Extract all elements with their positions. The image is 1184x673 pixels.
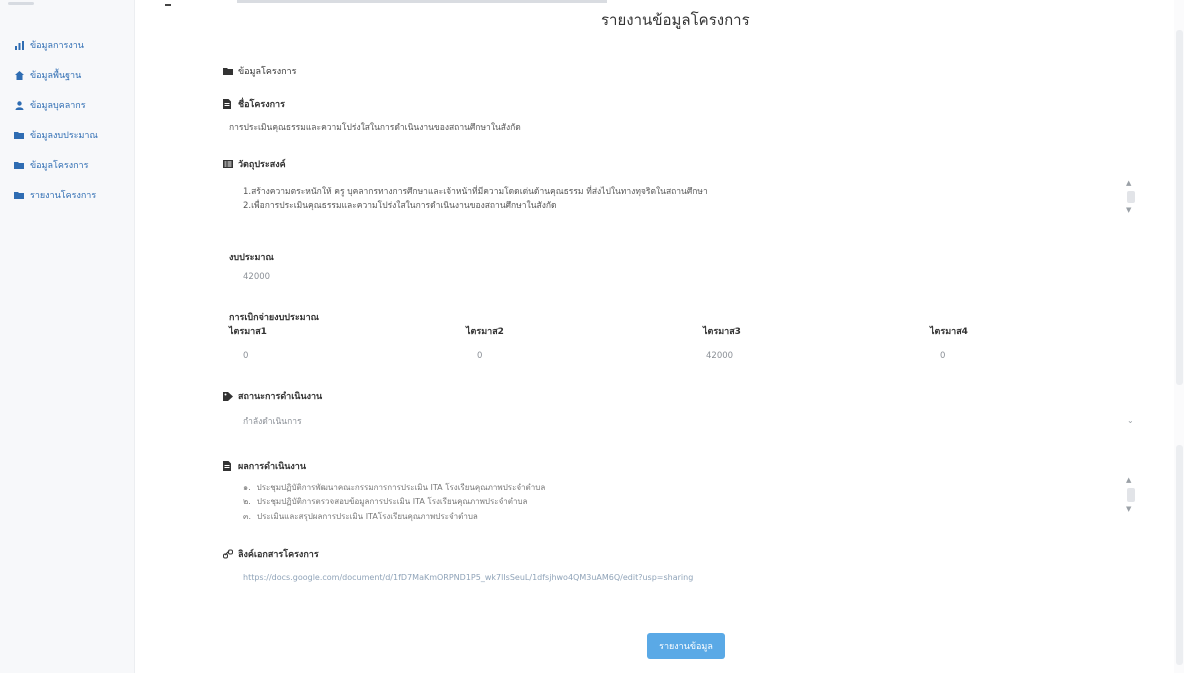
budget-label: งบประมาณ: [229, 253, 274, 263]
result-item: ๓. ประเมินและสรุปผลการประเมิน ITAโรงเรีย…: [243, 512, 478, 521]
quarter-2-value: 0: [477, 351, 483, 361]
status-select[interactable]: กำลังดำเนินการ: [243, 414, 302, 428]
objective-scrollbar[interactable]: ▲: [1126, 180, 1136, 187]
result-item-marker: ๑.: [243, 483, 251, 492]
result-scroll-up[interactable]: ▲: [1126, 477, 1136, 484]
result-item-marker: ๒.: [243, 497, 251, 506]
sidebar-item-label: ข้อมูลการงาน: [30, 41, 84, 51]
quarter-3-value: 42000: [706, 351, 734, 361]
sidebar-item-personnel[interactable]: ข้อมูลบุคลากร: [14, 98, 86, 112]
objective-scroll-down[interactable]: ▼: [1126, 207, 1136, 214]
project-name-label: ชื่อโครงการ: [223, 97, 285, 111]
quarter-2-label: ไตรมาส2: [466, 327, 504, 337]
home-icon: [14, 70, 24, 80]
quarter-4-value: 0: [940, 351, 946, 361]
list-icon: [223, 160, 233, 168]
tag-icon: [223, 391, 233, 401]
sidebar-top-mark: [8, 2, 34, 5]
top-strip: [237, 0, 607, 3]
result-label: ผลการดำเนินงาน: [223, 459, 306, 473]
page-scroll-thumb[interactable]: [1176, 445, 1183, 665]
result-scroll-down[interactable]: ▼: [1126, 506, 1136, 513]
sidebar-item-project-report[interactable]: รายงานโครงการ: [14, 188, 96, 202]
report-button[interactable]: รายงานข้อมูล: [647, 633, 725, 659]
objective-line: 1.สร้างความตระหนักให้ ครู บุคลากรทางการศ…: [243, 187, 708, 197]
sidebar-item-label: ข้อมูลโครงการ: [30, 161, 89, 171]
folder-icon: [14, 130, 24, 140]
disbursement-label: การเบิกจ่ายงบประมาณ: [229, 313, 319, 323]
page-scrollbar[interactable]: [1174, 0, 1184, 673]
user-icon: [14, 100, 24, 110]
result-item-marker: ๓.: [243, 512, 252, 521]
folder-icon: [14, 160, 24, 170]
document-icon: [223, 461, 233, 471]
menu-toggle-mark[interactable]: [165, 4, 171, 6]
quarter-1-value: 0: [243, 351, 249, 361]
sidebar-item-budget[interactable]: ข้อมูลงบประมาณ: [14, 128, 98, 142]
sidebar-item-project-info[interactable]: ข้อมูลโครงการ: [14, 158, 88, 172]
doc-link-label: ลิงค์เอกสารโครงการ: [223, 547, 319, 561]
folder-icon: [14, 190, 24, 200]
page-title: รายงานข้อมูลโครงการ: [601, 11, 750, 29]
chevron-down-icon[interactable]: ⌄: [1127, 416, 1134, 425]
document-icon: [223, 99, 233, 109]
project-name-value: การประเมินคุณธรรมและความโปร่งใสในการดำเน…: [229, 123, 521, 133]
folder-icon: [223, 67, 233, 75]
doc-link[interactable]: https://docs.google.com/document/d/1fD7M…: [243, 573, 693, 582]
link-icon: [223, 549, 233, 559]
page-scroll-thumb[interactable]: [1176, 30, 1183, 385]
quarter-1-label: ไตรมาส1: [229, 327, 267, 337]
result-item: ๒. ประชุมปฏิบัติการตรวจสอบข้อมูลการประเม…: [243, 497, 528, 506]
quarter-4-label: ไตรมาส4: [930, 327, 968, 337]
objective-label: วัตถุประสงค์: [223, 157, 286, 171]
result-item: ๑. ประชุมปฏิบัติการพัฒนาคณะกรรมการการประ…: [243, 483, 546, 492]
sidebar-item-label: ข้อมูลงบประมาณ: [30, 131, 98, 141]
status-label: สถานะการดำเนินงาน: [223, 389, 322, 403]
budget-value: 42000: [243, 272, 271, 282]
result-scroll-thumb[interactable]: [1127, 488, 1135, 502]
chart-icon: [14, 40, 24, 50]
sidebar-item-label: ข้อมูลพื้นฐาน: [30, 71, 82, 81]
objective-scroll-thumb[interactable]: [1127, 191, 1135, 203]
sidebar-item-basic-info[interactable]: ข้อมูลพื้นฐาน: [14, 68, 81, 82]
sidebar: ข้อมูลการงาน ข้อมูลพื้นฐาน ข้อมูลบุคลากร…: [0, 0, 135, 673]
objective-line: 2.เพื่อการประเมินคุณธรรมและความโปร่งใสใน…: [243, 201, 557, 211]
quarter-3-label: ไตรมาส3: [703, 327, 741, 337]
section-header: ข้อมูลโครงการ: [223, 64, 296, 78]
sidebar-item-work-info[interactable]: ข้อมูลการงาน: [14, 38, 84, 52]
sidebar-item-label: ข้อมูลบุคลากร: [30, 101, 86, 111]
sidebar-item-label: รายงานโครงการ: [30, 191, 97, 201]
